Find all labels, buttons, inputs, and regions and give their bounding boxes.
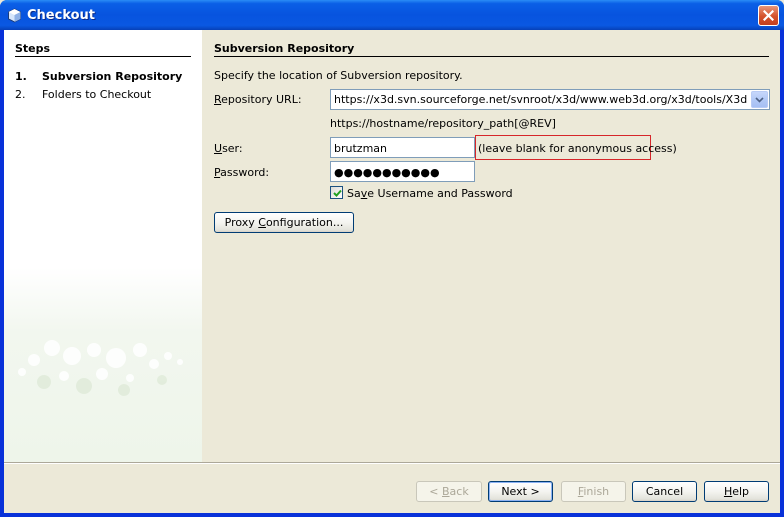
steps-panel: Steps 1. Subversion Repository 2. Folders …: [4, 30, 202, 462]
repository-url-label: Repository URL:: [214, 93, 302, 106]
repository-url-value[interactable]: https://x3d.svn.sourceforge.net/svnroot/…: [334, 93, 747, 106]
netbeans-cube-icon: [8, 8, 21, 23]
section-title: Subversion Repository: [214, 42, 355, 55]
label-text: Proxy: [224, 216, 259, 229]
label-text: elp: [732, 485, 750, 498]
cancel-button[interactable]: Cancel: [632, 481, 697, 502]
step-label: Subversion Repository: [42, 70, 183, 83]
anonymous-access-note: (leave blank for anonymous access): [475, 135, 677, 160]
checkbox-box[interactable]: [330, 186, 343, 199]
steps-title: Steps: [15, 42, 51, 55]
help-button[interactable]: Help: [704, 481, 769, 502]
label-text: assword:: [220, 166, 270, 179]
checkmark-icon: [333, 189, 342, 197]
window-frame-right: [780, 30, 784, 517]
password-value: ●●●●●●●●●●●: [334, 166, 440, 179]
mnemonic: H: [723, 485, 733, 498]
user-input[interactable]: brutzman: [330, 137, 475, 158]
next-button[interactable]: Next >: [488, 481, 553, 502]
window-frame-bottom: [0, 513, 784, 517]
label-text: e Username and Password: [367, 187, 513, 200]
steps-divider: [15, 56, 191, 57]
chevron-down-icon: [755, 97, 764, 103]
url-format-hint: https://hostname/repository_path[@REV]: [330, 117, 556, 130]
step-number: 1.: [15, 70, 27, 83]
mnemonic: C: [258, 216, 266, 229]
password-input[interactable]: ●●●●●●●●●●●: [330, 161, 475, 182]
label-text: epository URL:: [221, 93, 302, 106]
dropdown-button[interactable]: [751, 91, 768, 108]
save-credentials-label[interactable]: Save Username and Password: [347, 187, 513, 200]
label-text: ser:: [222, 142, 243, 155]
checkout-dialog: Checkout Steps 1. Subversion Repository 2…: [0, 0, 784, 517]
close-button[interactable]: [758, 5, 779, 26]
label-text: Sa: [347, 187, 361, 200]
step-item-subversion-repository: 1. Subversion Repository: [15, 70, 182, 83]
window-title: Checkout: [27, 8, 96, 23]
finish-button[interactable]: Finish: [561, 481, 626, 502]
dialog-client-area: Steps 1. Subversion Repository 2. Folders …: [4, 30, 780, 513]
step-label: Folders to Checkout: [42, 88, 152, 101]
mnemonic: U: [214, 142, 223, 155]
decorative-bubbles-image: [18, 340, 183, 396]
content-panel: Subversion Repository Specify the locati…: [202, 30, 780, 462]
intro-text: Specify the location of Subversion repos…: [214, 69, 463, 82]
back-button[interactable]: < Back: [416, 481, 482, 502]
user-label: User:: [214, 142, 243, 155]
mnemonic: B: [442, 485, 450, 498]
repository-url-combobox[interactable]: https://x3d.svn.sourceforge.net/svnroot/…: [330, 89, 770, 110]
step-number: 2.: [15, 88, 26, 101]
password-label: Password:: [214, 166, 269, 179]
label-text: ack: [449, 485, 469, 498]
title-bar[interactable]: Checkout: [0, 0, 784, 30]
label-text: <: [429, 485, 442, 498]
section-divider: [214, 56, 769, 57]
label-text: onfiguration...: [265, 216, 344, 229]
close-icon: [763, 10, 774, 21]
proxy-configuration-button[interactable]: Proxy Configuration...: [214, 212, 354, 233]
step-item-folders-to-checkout: 2. Folders to Checkout: [15, 88, 151, 101]
user-value: brutzman: [334, 142, 387, 155]
label-text: inish: [583, 485, 610, 498]
button-bar-divider: [4, 462, 780, 464]
